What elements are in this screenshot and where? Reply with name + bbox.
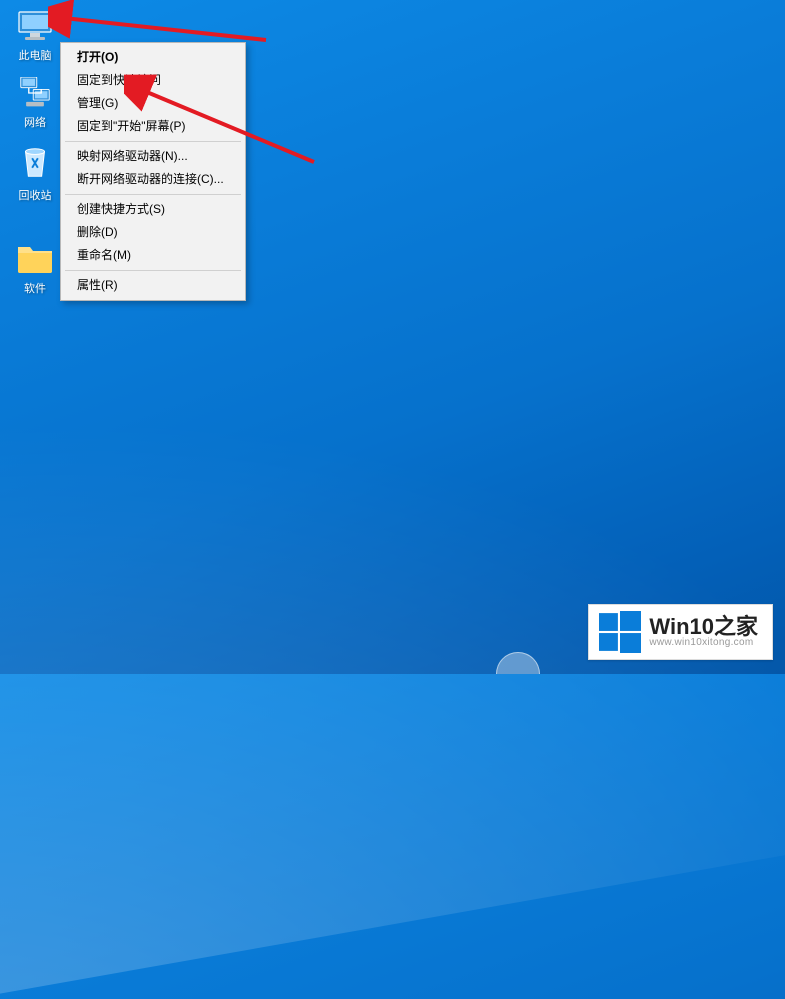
desktop-icon-label: 回收站 (6, 187, 64, 203)
menu-item-rename[interactable]: 重命名(M) (63, 244, 243, 267)
context-menu: 打开(O) 固定到快速访问 管理(G) 固定到"开始"屏幕(P) 映射网络驱动器… (60, 42, 246, 301)
desktop-icon-label: 此电脑 (6, 47, 64, 63)
watermark-title-zh: 之家 (714, 614, 758, 639)
menu-separator (65, 141, 241, 142)
menu-item-map-drive[interactable]: 映射网络驱动器(N)... (63, 145, 243, 168)
menu-item-disconnect-drive[interactable]: 断开网络驱动器的连接(C)... (63, 168, 243, 191)
menu-item-manage[interactable]: 管理(G) (63, 92, 243, 115)
computer-icon (15, 10, 55, 42)
menu-item-properties[interactable]: 属性(R) (63, 274, 243, 297)
desktop-icon-this-pc[interactable]: 此电脑 (6, 10, 64, 63)
menu-item-open[interactable]: 打开(O) (63, 46, 243, 69)
desktop-icons: 此电脑 网络 回收站 软件 (6, 10, 66, 310)
network-icon (15, 77, 55, 109)
folder-icon (15, 241, 55, 275)
desktop-icon-software-folder[interactable]: 软件 (6, 241, 64, 296)
watermark-url: www.win10xitong.com (649, 638, 758, 648)
menu-item-create-shortcut[interactable]: 创建快捷方式(S) (63, 198, 243, 221)
desktop-icon-label: 软件 (6, 280, 64, 296)
menu-separator (65, 194, 241, 195)
recycle-bin-icon (15, 144, 55, 182)
menu-item-delete[interactable]: 删除(D) (63, 221, 243, 244)
desktop-icon-network[interactable]: 网络 (6, 77, 64, 130)
watermark-title: Win10之家 (649, 616, 758, 638)
watermark: Win10之家 www.win10xitong.com (588, 604, 773, 660)
desktop-icon-recycle-bin[interactable]: 回收站 (6, 144, 64, 203)
menu-separator (65, 270, 241, 271)
desktop-icon-label: 网络 (6, 114, 64, 130)
partial-bubble (496, 652, 540, 674)
windows-logo-icon (599, 611, 641, 653)
menu-item-pin-start[interactable]: 固定到"开始"屏幕(P) (63, 115, 243, 138)
watermark-title-en: Win10 (649, 614, 714, 639)
menu-item-pin-quick-access[interactable]: 固定到快速访问 (63, 69, 243, 92)
